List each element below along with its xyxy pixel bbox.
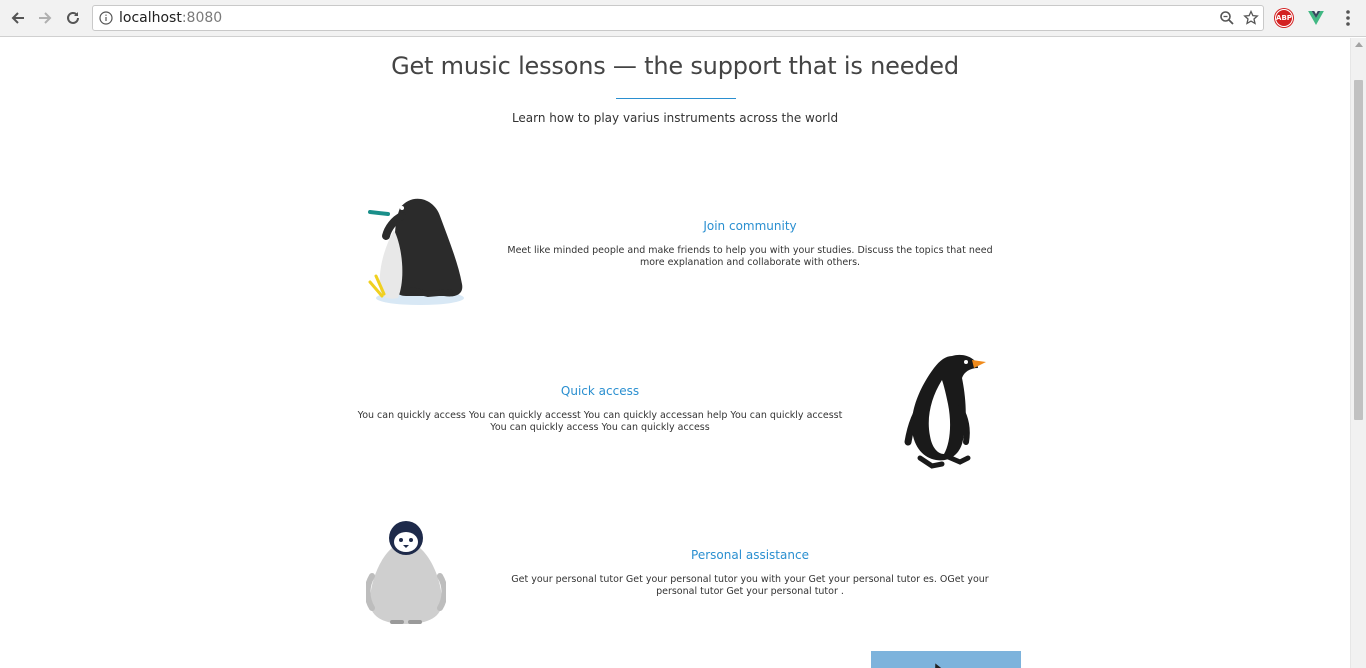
browser-toolbar: localhost:8080 ABP (0, 0, 1366, 37)
scrollbar-thumb[interactable] (1354, 80, 1363, 420)
feature-title-community[interactable]: Join community (500, 219, 1000, 233)
feature-title-personal-assistance[interactable]: Personal assistance (500, 548, 1000, 562)
url-port: :8080 (181, 10, 223, 26)
adblock-icon[interactable]: ABP (1275, 9, 1293, 27)
url-text: localhost:8080 (119, 10, 222, 26)
title-divider (616, 98, 736, 99)
feature-text-quick-access: You can quickly access You can quickly a… (357, 410, 843, 433)
star-icon[interactable] (1243, 10, 1259, 26)
feature-title-quick-access[interactable]: Quick access (350, 384, 850, 398)
vue-devtools-icon[interactable] (1307, 9, 1325, 27)
penguin-standing-illustration (904, 354, 986, 469)
page-title: Get music lessons — the support that is … (391, 52, 959, 80)
penguin-musician-illustration (368, 198, 464, 305)
back-button[interactable] (7, 7, 29, 29)
bottom-panel[interactable] (871, 651, 1021, 668)
page-subtitle: Learn how to play varius instruments acr… (511, 111, 839, 125)
back-icon (11, 12, 24, 24)
page-scrollbar[interactable] (1350, 38, 1366, 668)
reload-button[interactable] (62, 7, 84, 29)
penguin-chick-illustration (366, 521, 446, 624)
info-icon[interactable] (99, 11, 113, 25)
feature-text-personal-assistance: Get your personal tutor Get your persona… (511, 574, 989, 597)
menu-icon[interactable] (1342, 8, 1354, 28)
reload-icon (67, 11, 79, 24)
scroll-up-arrow-icon[interactable] (1355, 42, 1363, 47)
mouse-cursor-icon (931, 661, 943, 668)
forward-icon (39, 12, 52, 24)
feature-text-community: Meet like minded people and make friends… (507, 245, 993, 268)
page-content: Get music lessons — the support that is … (0, 38, 1350, 668)
url-host: localhost (119, 10, 182, 26)
address-bar[interactable]: localhost:8080 (92, 5, 1264, 31)
zoom-icon[interactable] (1219, 10, 1235, 26)
forward-button[interactable] (34, 7, 56, 29)
